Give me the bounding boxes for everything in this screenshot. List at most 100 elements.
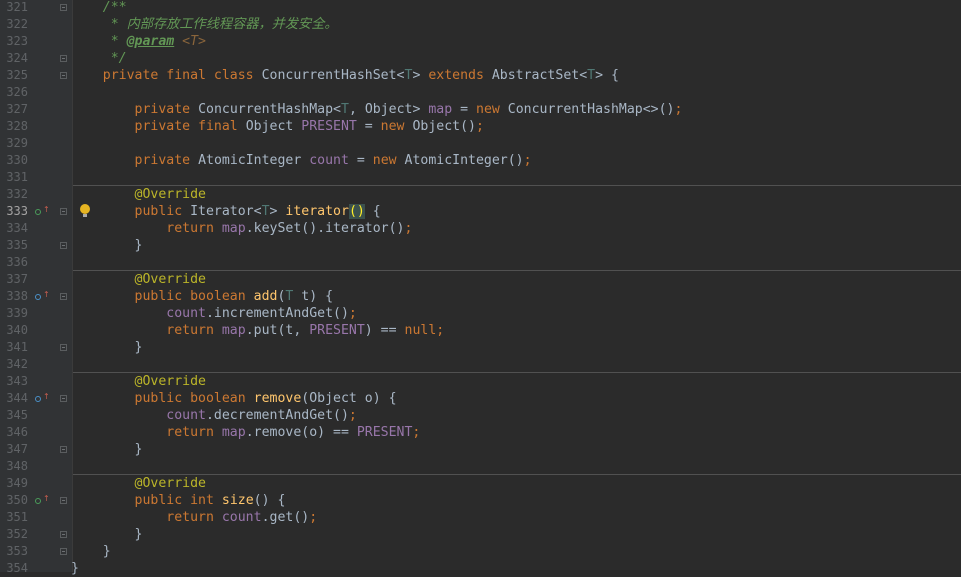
code-token: map: [428, 101, 453, 117]
fold-toggle-icon[interactable]: [60, 547, 67, 555]
code-token: @Override: [134, 373, 206, 389]
code-token: .remove(o) ==: [245, 424, 357, 440]
code-token: new: [372, 152, 405, 168]
fold-toggle-icon[interactable]: [60, 54, 67, 62]
code-line[interactable]: @Override: [71, 186, 206, 203]
line-number: 328: [6, 118, 28, 133]
code-token: =: [356, 118, 381, 134]
line-number: 336: [6, 254, 28, 269]
code-line[interactable]: }: [71, 543, 111, 560]
line-number: 323: [6, 33, 28, 48]
fold-toggle-icon[interactable]: [60, 445, 67, 453]
code-line[interactable]: count.decrementAndGet();: [71, 407, 357, 424]
code-line[interactable]: return map.keySet().iterator();: [71, 220, 412, 237]
fold-toggle-icon[interactable]: [60, 394, 67, 402]
code-token: }: [71, 339, 143, 355]
code-line[interactable]: private AtomicInteger count = new Atomic…: [71, 152, 532, 169]
code-line[interactable]: public int size() {: [71, 492, 286, 509]
code-token: public boolean: [134, 390, 254, 406]
line-number: 324: [6, 50, 28, 65]
line-number: 346: [6, 424, 28, 439]
implements-icon[interactable]: ↑: [35, 392, 50, 404]
code-token: count: [309, 152, 349, 168]
code-token: .decrementAndGet(): [205, 407, 349, 423]
code-line[interactable]: return map.remove(o) == PRESENT;: [71, 424, 420, 441]
code-token: ;: [404, 220, 413, 236]
code-token: .get(): [261, 509, 310, 525]
code-token: count: [221, 509, 262, 525]
code-token: return: [166, 509, 222, 525]
code-token: .keySet().iterator(): [245, 220, 405, 236]
method-separator: [73, 269, 961, 271]
code-token: private final class: [102, 67, 262, 83]
code-line[interactable]: * @param <T>: [71, 33, 206, 50]
code-line[interactable]: }: [71, 441, 143, 458]
code-line[interactable]: @Override: [71, 271, 206, 288]
code-token: PRESENT: [309, 322, 365, 338]
code-token: =: [348, 152, 373, 168]
code-token: PRESENT: [356, 424, 413, 440]
implements-icon[interactable]: ↑: [35, 290, 50, 302]
code-line[interactable]: private ConcurrentHashMap<T, Object> map…: [71, 101, 683, 118]
code-token: T: [587, 67, 596, 83]
code-line[interactable]: @Override: [71, 373, 206, 390]
code-line[interactable]: return map.put(t, PRESENT) == null;: [71, 322, 444, 339]
code-token: , Object>: [348, 101, 429, 117]
code-line[interactable]: }: [71, 339, 143, 356]
line-number: 334: [6, 220, 28, 235]
code-line[interactable]: count.incrementAndGet();: [71, 305, 357, 322]
code-line[interactable]: }: [71, 237, 143, 254]
code-token: t) {: [293, 288, 334, 304]
code-line[interactable]: }: [71, 526, 143, 543]
override-icon[interactable]: ↑: [35, 205, 50, 217]
code-token: ConcurrentHashMap<: [198, 101, 341, 117]
fold-toggle-icon[interactable]: [60, 3, 67, 11]
code-token: ) ==: [364, 322, 405, 338]
code-token: ;: [348, 305, 357, 321]
code-line[interactable]: private final Object PRESENT = new Objec…: [71, 118, 484, 135]
code-token: .incrementAndGet(): [205, 305, 349, 321]
code-editor[interactable]: 321 322 323 324 325 326 327 328 329 330 331 332 333 3…: [0, 0, 961, 576]
fold-toggle-icon[interactable]: [60, 496, 67, 504]
fold-toggle-icon[interactable]: [60, 343, 67, 351]
code-token: private: [134, 152, 199, 168]
code-token: (: [348, 203, 357, 219]
code-token: Iterator<: [190, 203, 262, 219]
line-number: 338: [6, 288, 28, 303]
code-line[interactable]: * 内部存放工作线程容器，并发安全。: [71, 16, 338, 33]
fold-toggle-icon[interactable]: [60, 292, 67, 300]
code-line[interactable]: private final class ConcurrentHashSet<T>…: [71, 67, 619, 84]
code-line[interactable]: public boolean remove(Object o) {: [71, 390, 397, 407]
code-token: }: [71, 441, 143, 457]
code-token: }: [71, 543, 111, 559]
fold-toggle-icon[interactable]: [60, 241, 67, 249]
code-token: >: [412, 67, 429, 83]
line-number-gutter: 321 322 323 324 325 326 327 328 329 330 331 332 333 3…: [0, 0, 72, 575]
lightbulb-icon[interactable]: [80, 203, 90, 217]
code-token: ;: [348, 407, 357, 423]
code-token: @Override: [134, 271, 206, 287]
line-number: 351: [6, 509, 28, 524]
fold-toggle-icon[interactable]: [60, 71, 67, 79]
code-line[interactable]: @Override: [71, 475, 206, 492]
code-line[interactable]: }: [71, 560, 79, 577]
line-number: 333: [6, 203, 28, 218]
code-line[interactable]: */: [71, 50, 127, 67]
code-line[interactable]: /**: [71, 0, 127, 16]
fold-toggle-icon[interactable]: [60, 207, 67, 215]
code-token: remove: [253, 390, 302, 406]
code-line[interactable]: return count.get();: [71, 509, 317, 526]
fold-toggle-icon[interactable]: [60, 530, 67, 538]
code-line[interactable]: public Iterator<T> iterator() {: [71, 203, 381, 220]
line-number: 325: [6, 67, 28, 82]
code-line[interactable]: public boolean add(T t) {: [71, 288, 334, 305]
code-token: ;: [523, 152, 532, 168]
override-icon[interactable]: ↑: [35, 494, 50, 506]
